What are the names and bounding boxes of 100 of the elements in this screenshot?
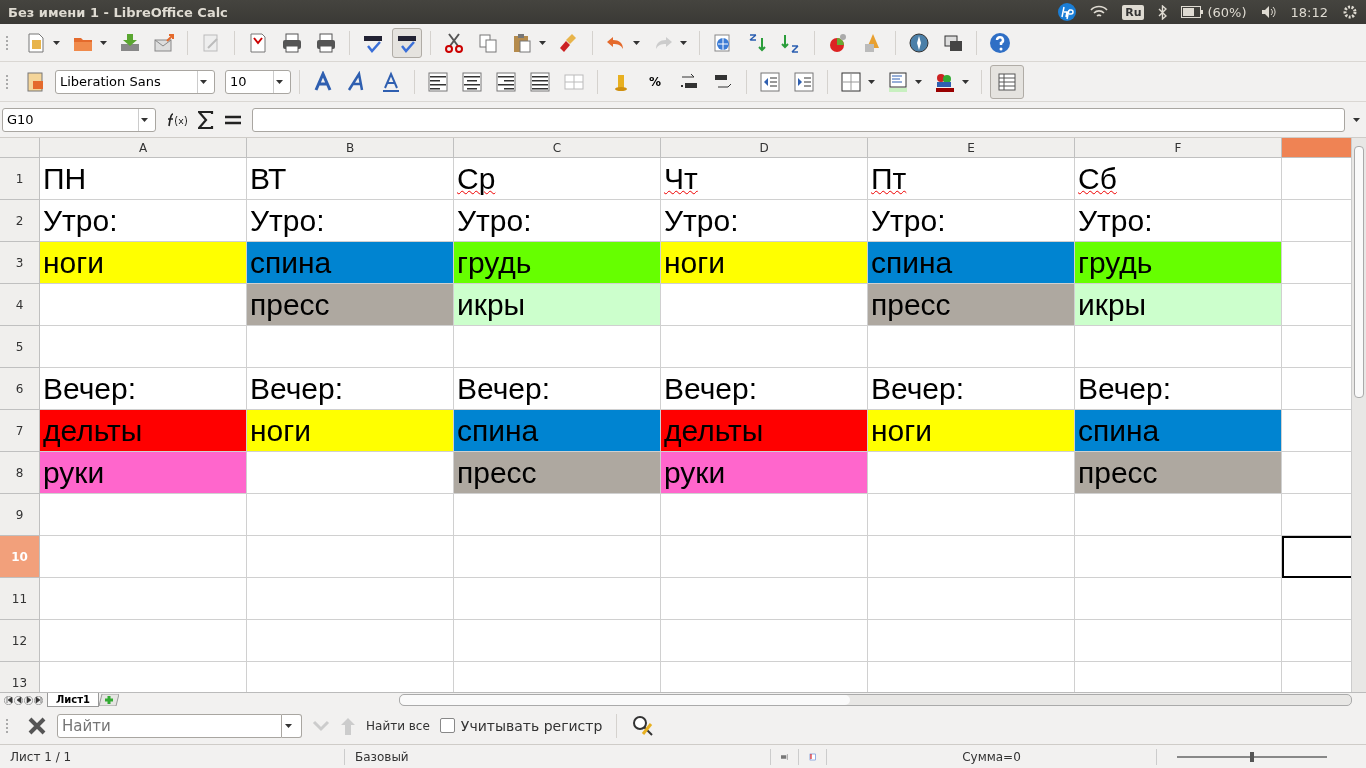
empty-cell[interactable] [1075,620,1282,662]
table-cell[interactable]: спина [868,242,1075,284]
grid-lines-toggle[interactable] [990,64,1024,99]
zoom-slider[interactable] [1177,752,1327,762]
row-header[interactable]: 3 [0,242,40,284]
percent-format-button[interactable]: % [640,66,670,97]
dropdown-arrow-icon[interactable] [680,40,687,45]
row-header[interactable]: 5 [0,326,40,368]
table-cell[interactable]: дельты [661,410,868,452]
table-cell[interactable]: спина [247,242,454,284]
table-cell[interactable]: икры [454,284,661,326]
dropdown-arrow-icon[interactable] [275,79,283,84]
find-all-button[interactable]: Найти все [366,718,430,733]
decrease-indent-icon[interactable] [759,70,781,93]
empty-cell[interactable] [868,578,1075,620]
empty-cell[interactable] [247,326,454,368]
table-cell[interactable]: ноги [40,242,247,284]
bluetooth-icon[interactable] [1158,4,1168,20]
font-name-combo[interactable]: Liberation Sans [55,69,215,94]
scissors-icon[interactable] [443,31,465,54]
empty-cell[interactable] [661,620,868,662]
table-cell[interactable]: пресс [868,284,1075,326]
printer-icon[interactable] [281,31,303,54]
document-modified-icon[interactable] [809,750,816,764]
empty-cell[interactable] [454,326,661,368]
row-header[interactable]: 1 [0,158,40,200]
borders-icon[interactable] [840,70,862,93]
dropdown-arrow-icon[interactable] [539,40,546,45]
empty-cell[interactable] [247,578,454,620]
function-wizard-icon[interactable] [166,111,188,128]
column-header[interactable]: A [40,138,247,158]
increase-indent-icon[interactable] [793,70,815,93]
empty-cell[interactable] [661,536,868,578]
dropdown-arrow-icon[interactable] [199,79,207,84]
hp-logo-icon[interactable] [1058,3,1077,21]
help-icon[interactable] [989,31,1011,54]
row-header[interactable]: 8 [0,452,40,494]
row-header[interactable]: 12 [0,620,40,662]
empty-cell[interactable] [454,620,661,662]
dropdown-arrow-icon[interactable] [868,79,875,84]
row-header[interactable]: 6 [0,368,40,410]
clock[interactable]: 18:12 [1290,4,1328,20]
table-cell[interactable]: пресс [1075,452,1282,494]
table-cell[interactable]: спина [1075,410,1282,452]
dropdown-arrow-icon[interactable] [53,40,60,45]
empty-cell[interactable] [247,536,454,578]
empty-cell[interactable] [1075,536,1282,578]
background-color-icon[interactable] [887,70,909,93]
copy-icon[interactable] [477,31,499,54]
sheet-navigation-icon[interactable] [4,695,13,705]
table-cell[interactable]: пресс [247,284,454,326]
empty-cell[interactable] [868,620,1075,662]
empty-cell[interactable] [454,578,661,620]
selection-mode-icon[interactable] [781,752,788,762]
wifi-icon[interactable] [1090,5,1109,19]
empty-cell[interactable] [247,620,454,662]
row-header[interactable]: 4 [0,284,40,326]
table-cell[interactable]: ноги [661,242,868,284]
empty-cell[interactable] [1075,578,1282,620]
document-icon[interactable] [247,31,269,54]
sum-icon[interactable] [198,110,214,129]
empty-cell[interactable] [1075,494,1282,536]
text-underline-icon[interactable] [380,70,402,93]
volume-icon[interactable] [1260,5,1277,19]
table-cell[interactable]: ВТ [247,158,454,200]
envelope-icon[interactable] [153,31,175,54]
table-cell[interactable]: спина [454,410,661,452]
find-history-dropdown[interactable] [282,713,302,738]
dropdown-arrow-icon[interactable] [140,117,148,122]
sheet-navigation-icon[interactable] [24,695,33,705]
row-header[interactable]: 11 [0,578,40,620]
table-cell[interactable]: пресс [454,452,661,494]
table-cell[interactable]: Ср [454,158,661,200]
empty-cell[interactable] [661,578,868,620]
keyboard-layout-indicator[interactable]: Ru [1122,4,1145,20]
empty-cell[interactable] [661,494,868,536]
table-cell[interactable]: ПН [40,158,247,200]
row-header[interactable]: 13 [0,662,40,692]
dropdown-arrow-icon[interactable] [1353,117,1360,122]
table-cell[interactable]: дельты [40,410,247,452]
add-sheet-icon[interactable] [99,694,119,706]
dropdown-arrow-icon[interactable] [962,79,969,84]
sheet-tab[interactable]: Лист1 [47,693,99,707]
new-document-icon[interactable] [25,31,47,54]
table-cell[interactable]: ноги [247,410,454,452]
dropdown-arrow-icon[interactable] [633,40,640,45]
row-header[interactable]: 9 [0,494,40,536]
empty-cell[interactable] [454,536,661,578]
text-bold-icon[interactable] [312,70,334,93]
grid-icon[interactable] [996,70,1018,93]
table-cell[interactable]: руки [661,452,868,494]
empty-cell[interactable] [868,536,1075,578]
column-header[interactable]: F [1075,138,1282,158]
download-icon[interactable] [119,31,141,54]
name-box[interactable]: G10 [2,107,156,132]
clipboard-icon[interactable] [511,31,533,54]
empty-cell[interactable] [1075,326,1282,368]
horizontal-scrollbar[interactable] [399,694,1352,706]
row-header[interactable]: 2 [0,200,40,242]
empty-cell[interactable] [661,326,868,368]
